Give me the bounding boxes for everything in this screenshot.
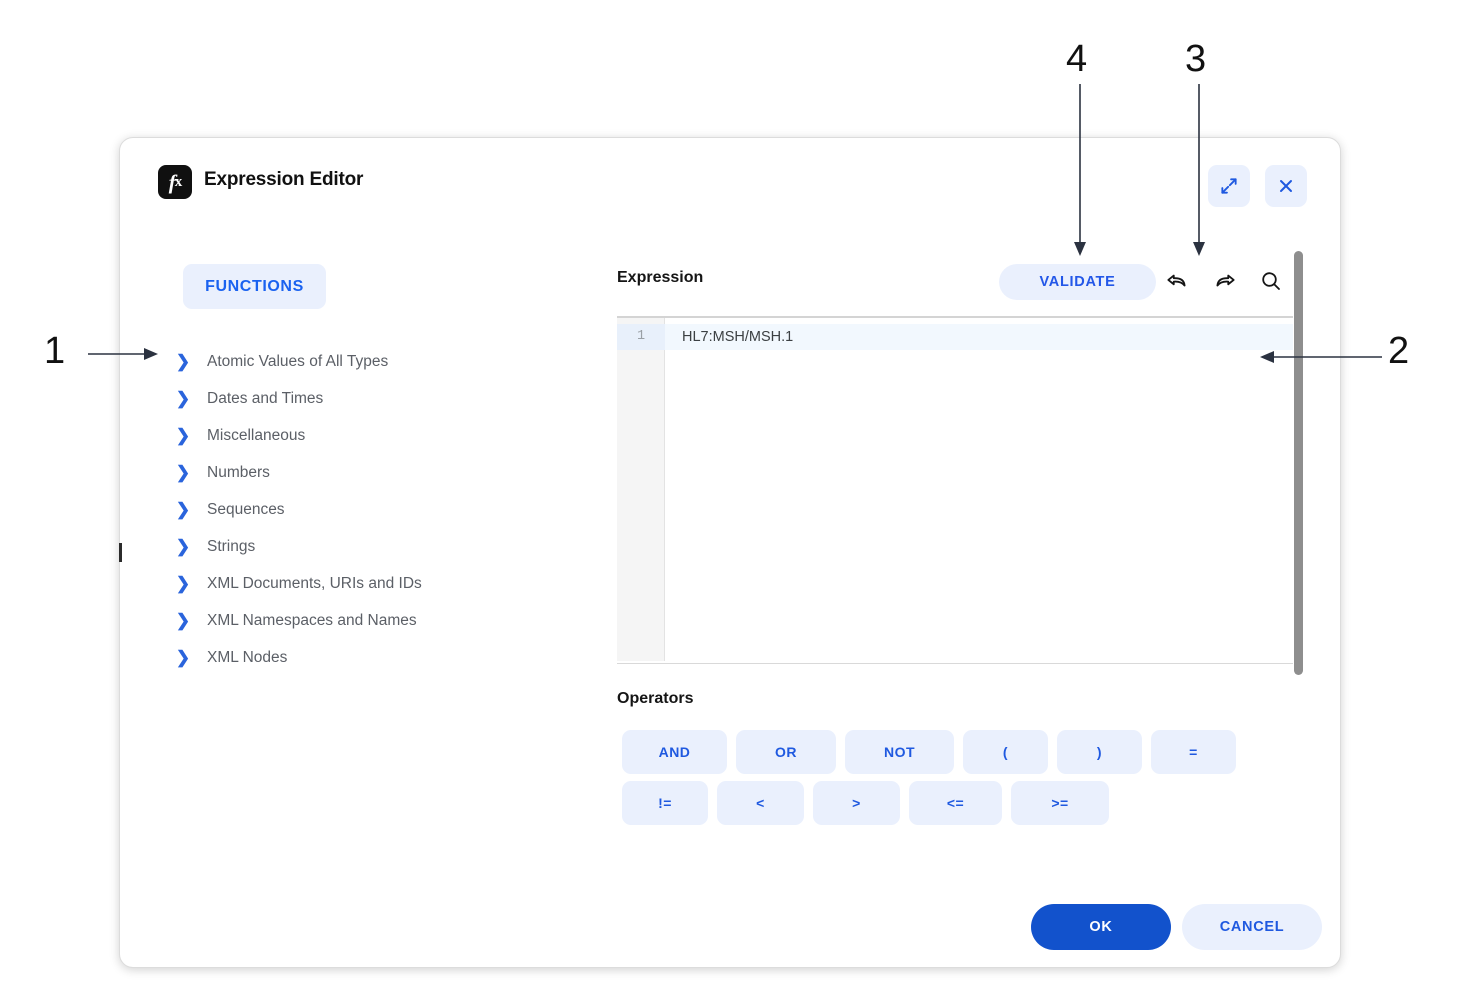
chevron-right-icon: ❯ — [175, 462, 191, 482]
editor-horizontal-scrollbar[interactable] — [617, 663, 1293, 671]
tree-item-label: XML Documents, URIs and IDs — [207, 574, 422, 592]
tree-item-label: Strings — [207, 537, 256, 555]
undo-button[interactable] — [1159, 263, 1195, 299]
operator-close-paren-button[interactable]: ) — [1057, 730, 1142, 774]
left-edge-scroll-tick — [119, 543, 122, 562]
dialog-header: fx Expression Editor — [120, 138, 1340, 230]
editor-line-number: 1 — [617, 324, 665, 350]
tree-item-xml-documents-uris-ids[interactable]: ❯ XML Documents, URIs and IDs — [170, 565, 630, 602]
operator-or-button[interactable]: OR — [736, 730, 836, 774]
tab-functions[interactable]: FUNCTIONS — [183, 264, 326, 309]
callout-number-1: 1 — [44, 330, 66, 372]
validate-button[interactable]: VALIDATE — [999, 264, 1156, 300]
operator-greater-than-button[interactable]: > — [813, 781, 900, 825]
screenshot-root: fx Expression Editor FUNCTIONS ❯ Atomic … — [0, 0, 1460, 1008]
chevron-right-icon: ❯ — [175, 499, 191, 519]
chevron-right-icon: ❯ — [175, 351, 191, 371]
callout-number-2: 2 — [1388, 330, 1410, 372]
dialog-title: Expression Editor — [204, 169, 364, 190]
ok-button[interactable]: OK — [1031, 904, 1171, 950]
tree-item-label: Atomic Values of All Types — [207, 352, 389, 370]
chevron-right-icon: ❯ — [175, 610, 191, 630]
expand-icon — [1221, 178, 1237, 194]
chevron-right-icon: ❯ — [175, 388, 191, 408]
operator-equals-button[interactable]: = — [1151, 730, 1236, 774]
callout-arrow-4 — [1074, 84, 1086, 256]
operator-less-than-button[interactable]: < — [717, 781, 804, 825]
search-icon — [1262, 272, 1280, 290]
operator-not-button[interactable]: NOT — [845, 730, 954, 774]
callout-arrow-1 — [88, 348, 158, 360]
redo-button[interactable] — [1207, 263, 1243, 299]
tree-item-numbers[interactable]: ❯ Numbers — [170, 454, 630, 491]
operators-row-1: AND OR NOT ( ) = — [622, 730, 1236, 774]
tree-item-miscellaneous[interactable]: ❯ Miscellaneous — [170, 417, 630, 454]
callout-arrow-3 — [1193, 84, 1205, 256]
search-button[interactable] — [1253, 263, 1289, 299]
expand-button[interactable] — [1208, 165, 1250, 207]
chevron-right-icon: ❯ — [175, 647, 191, 667]
expression-code-text: HL7:MSH/MSH.1 — [682, 329, 794, 345]
fx-icon: fx — [158, 165, 192, 199]
tree-item-strings[interactable]: ❯ Strings — [170, 528, 630, 565]
chevron-right-icon: ❯ — [175, 536, 191, 556]
editor-gutter — [617, 318, 665, 661]
tree-item-label: Dates and Times — [207, 389, 324, 407]
operator-not-equals-button[interactable]: != — [622, 781, 708, 825]
editor-active-line[interactable]: HL7:MSH/MSH.1 — [665, 324, 1293, 350]
callout-number-3: 3 — [1185, 38, 1207, 80]
tree-item-label: Miscellaneous — [207, 426, 306, 444]
tree-item-label: Numbers — [207, 463, 270, 481]
tree-item-xml-nodes[interactable]: ❯ XML Nodes — [170, 639, 630, 676]
chevron-right-icon: ❯ — [175, 425, 191, 445]
editor-vertical-scrollbar[interactable] — [1294, 251, 1303, 675]
redo-icon — [1216, 274, 1235, 287]
close-icon — [1280, 180, 1292, 192]
operators-label: Operators — [617, 690, 694, 707]
tree-item-label: XML Namespaces and Names — [207, 611, 417, 629]
tree-item-sequences[interactable]: ❯ Sequences — [170, 491, 630, 528]
tree-item-atomic-values[interactable]: ❯ Atomic Values of All Types — [170, 343, 630, 380]
expression-editor-dialog: fx Expression Editor FUNCTIONS ❯ Atomic … — [119, 137, 1341, 968]
expression-label: Expression — [617, 269, 704, 286]
undo-icon — [1167, 274, 1186, 287]
operator-less-equal-button[interactable]: <= — [909, 781, 1002, 825]
operator-greater-equal-button[interactable]: >= — [1011, 781, 1109, 825]
chevron-right-icon: ❯ — [175, 573, 191, 593]
callout-number-4: 4 — [1066, 38, 1088, 80]
cancel-button[interactable]: CANCEL — [1182, 904, 1322, 950]
operators-row-2: != < > <= >= — [622, 781, 1109, 825]
tree-item-dates-and-times[interactable]: ❯ Dates and Times — [170, 380, 630, 417]
tree-item-label: XML Nodes — [207, 648, 288, 666]
operator-and-button[interactable]: AND — [622, 730, 727, 774]
close-button[interactable] — [1265, 165, 1307, 207]
tree-item-label: Sequences — [207, 500, 285, 518]
expression-editor-area[interactable]: 1 HL7:MSH/MSH.1 — [617, 316, 1293, 671]
functions-tree: ❯ Atomic Values of All Types ❯ Dates and… — [170, 343, 630, 676]
callout-arrow-2 — [1260, 351, 1382, 363]
tree-item-xml-namespaces-names[interactable]: ❯ XML Namespaces and Names — [170, 602, 630, 639]
operator-open-paren-button[interactable]: ( — [963, 730, 1048, 774]
